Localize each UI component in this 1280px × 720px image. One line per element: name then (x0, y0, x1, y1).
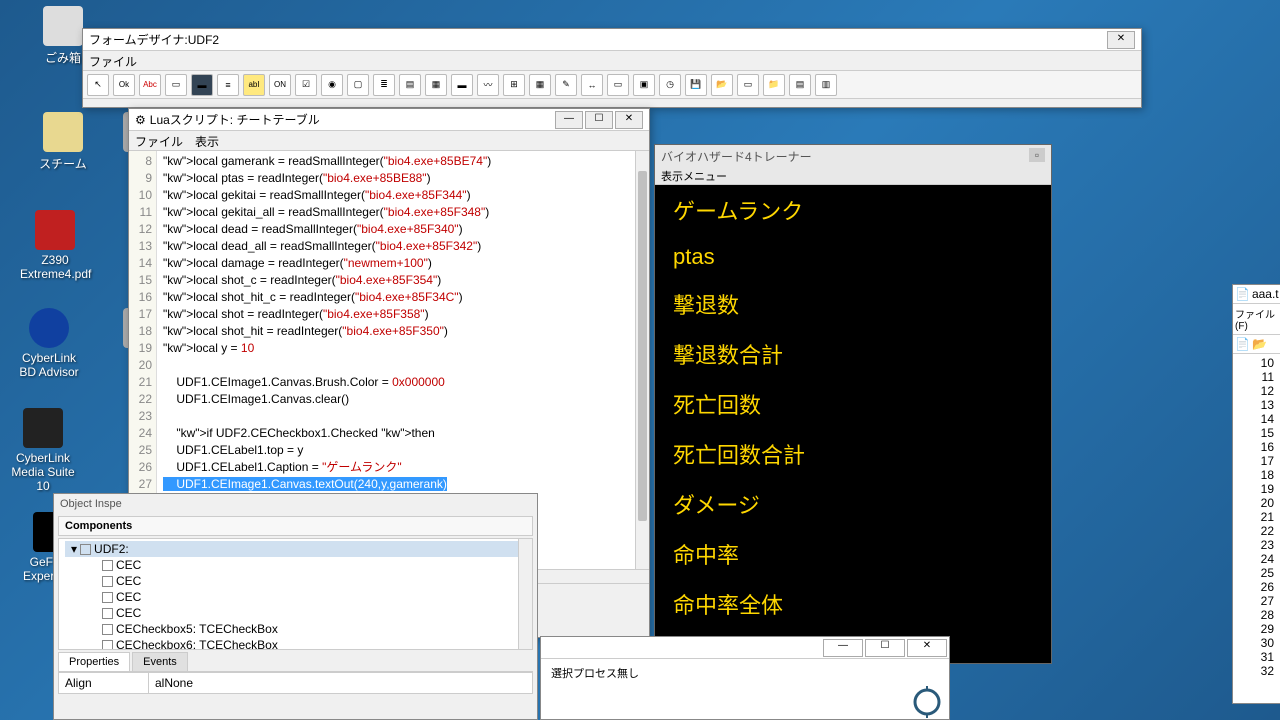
process-window: — ☐ ✕ 選択プロセス無し (540, 636, 950, 720)
tool-on[interactable]: ON (269, 74, 291, 96)
menu-file[interactable]: ファイル (89, 53, 137, 68)
tree-node[interactable]: CECheckbox5: TCECheckBox (65, 621, 526, 637)
side-editor-menu[interactable]: ファイル(F) (1233, 304, 1280, 335)
trainer-title: バイオハザード4トレーナー (661, 148, 812, 162)
scrollbar-thumb[interactable] (638, 171, 647, 521)
tool-popup[interactable]: ▥ (815, 74, 837, 96)
minimize-button[interactable]: — (823, 639, 863, 657)
trainer-item: ゲームランク (655, 185, 1051, 235)
desktop-icon-cyberlink-bd[interactable]: CyberLink BD Advisor (14, 308, 84, 379)
oi-tabs: Properties Events (58, 652, 533, 672)
close-button[interactable]: ✕ (1107, 31, 1135, 49)
tree-node[interactable]: CEC (65, 573, 526, 589)
tool-progress[interactable]: ▬ (451, 74, 473, 96)
prop-name: Align (59, 673, 149, 693)
trainer-window: バイオハザード4トレーナー ▫ 表示メニュー ゲームランクptas撃退数撃退数合… (654, 144, 1052, 664)
tool-list[interactable]: ≡ (217, 74, 239, 96)
trainer-close[interactable]: ▫ (1029, 148, 1045, 162)
tool-radio[interactable]: ◉ (321, 74, 343, 96)
cheat-engine-logo-icon (911, 686, 943, 718)
tool-paint[interactable]: ✎ (555, 74, 577, 96)
tool-page[interactable]: ▣ (633, 74, 655, 96)
trainer-item: 撃退数 (655, 279, 1051, 329)
side-editor-window: 📄aaa.t ファイル(F) 📄📂 1011121314151617181920… (1232, 284, 1280, 704)
prop-value: alNone (149, 673, 532, 693)
form-designer-titlebar[interactable]: フォームデザイナ:UDF2 ✕ (83, 29, 1141, 51)
form-designer-window: フォームデザイナ:UDF2 ✕ ファイル ↖ Ok Abc ▭ ▬ ≡ abI … (82, 28, 1142, 108)
tool-dialog[interactable]: ▭ (737, 74, 759, 96)
side-editor-title[interactable]: 📄aaa.t (1233, 285, 1280, 304)
desktop-icon-cyberlink-media[interactable]: CyberLink Media Suite 10 (8, 408, 78, 493)
tree-node[interactable]: CEC (65, 589, 526, 605)
tool-group[interactable]: ▢ (347, 74, 369, 96)
tree-node[interactable]: CECheckbox6: TCECheckBox (65, 637, 526, 650)
tree-node[interactable]: CEC (65, 605, 526, 621)
tool-folder[interactable]: 📁 (763, 74, 785, 96)
new-icon[interactable]: 📄 (1235, 337, 1250, 351)
tool-splitter[interactable]: ↔ (581, 74, 603, 96)
trainer-menu[interactable]: 表示メニュー (655, 165, 1051, 185)
tool-timer[interactable]: ◷ (659, 74, 681, 96)
trainer-item: 死亡回数 (655, 379, 1051, 429)
component-tree[interactable]: ▾UDF2:CECCECCECCECCECheckbox5: TCECheckB… (58, 538, 533, 650)
tree-scrollbar[interactable] (518, 539, 532, 649)
lua-titlebar[interactable]: ⚙ Luaスクリプト: チートテーブル — ☐ ✕ (129, 109, 649, 131)
tool-combo[interactable]: ▤ (399, 74, 421, 96)
tool-open[interactable]: 📂 (711, 74, 733, 96)
tool-ok[interactable]: Ok (113, 74, 135, 96)
menu-view[interactable]: 表示 (195, 133, 219, 148)
tool-image[interactable]: ▬ (191, 74, 213, 96)
object-inspector-window: Object Inspe Components ▾UDF2:CECCECCECC… (53, 493, 538, 720)
tool-pointer[interactable]: ↖ (87, 74, 109, 96)
tool-panel[interactable]: ▭ (165, 74, 187, 96)
oi-title: Object Inspe (54, 494, 537, 514)
form-designer-title: フォームデザイナ:UDF2 (89, 31, 219, 48)
process-status: 選択プロセス無し (541, 659, 949, 687)
tool-memo[interactable]: ≣ (373, 74, 395, 96)
side-editor-toolbar: 📄📂 (1233, 335, 1280, 354)
tool-save[interactable]: 💾 (685, 74, 707, 96)
oi-components-header: Components (58, 516, 533, 536)
trainer-item: 死亡回数合計 (655, 429, 1051, 479)
trainer-item: ptas (655, 235, 1051, 279)
tab-properties[interactable]: Properties (58, 652, 130, 671)
desktop-icon-pdf[interactable]: Z390 Extreme4.pdf (20, 210, 90, 281)
trainer-item: 命中率全体 (655, 579, 1051, 629)
process-titlebar[interactable]: — ☐ ✕ (541, 637, 949, 659)
maximize-button[interactable]: ☐ (865, 639, 905, 657)
lua-menubar: ファイル 表示 (129, 131, 649, 151)
vertical-scrollbar[interactable] (635, 151, 649, 569)
trainer-item: 命中率 (655, 529, 1051, 579)
tool-abc[interactable]: Abc (139, 74, 161, 96)
tree-node[interactable]: CEC (65, 557, 526, 573)
maximize-button[interactable]: ☐ (585, 111, 613, 129)
tool-listview[interactable]: ⊞ (503, 74, 525, 96)
form-designer-menubar: ファイル (83, 51, 1141, 71)
close-button[interactable]: ✕ (615, 111, 643, 129)
minimize-button[interactable]: — (555, 111, 583, 129)
tool-check[interactable]: ☑ (295, 74, 317, 96)
open-icon[interactable]: 📂 (1252, 337, 1267, 351)
desktop-icon-steam[interactable]: スチーム (28, 112, 98, 172)
tool-listbox[interactable]: ▦ (425, 74, 447, 96)
close-button[interactable]: ✕ (907, 639, 947, 657)
lua-icon: ⚙ (135, 113, 146, 127)
tool-menu[interactable]: ▤ (789, 74, 811, 96)
tool-edit[interactable]: abI (243, 74, 265, 96)
property-row[interactable]: Align alNone (58, 672, 533, 694)
lua-title: Luaスクリプト: チートテーブル (150, 111, 320, 128)
tab-events[interactable]: Events (132, 652, 188, 671)
tool-tab[interactable]: ▭ (607, 74, 629, 96)
menu-file[interactable]: ファイル (135, 133, 183, 148)
tree-node[interactable]: ▾UDF2: (65, 541, 526, 557)
trainer-item: 撃退数合計 (655, 329, 1051, 379)
trainer-item: ダメージ (655, 479, 1051, 529)
trainer-items: ゲームランクptas撃退数撃退数合計死亡回数死亡回数合計ダメージ命中率命中率全体 (655, 185, 1051, 629)
trainer-titlebar[interactable]: バイオハザード4トレーナー ▫ (655, 145, 1051, 165)
tool-track[interactable]: 〰 (477, 74, 499, 96)
tool-grid[interactable]: ▦ (529, 74, 551, 96)
form-designer-toolbar: ↖ Ok Abc ▭ ▬ ≡ abI ON ☑ ◉ ▢ ≣ ▤ ▦ ▬ 〰 ⊞ … (83, 71, 1141, 99)
side-line-numbers: 1011121314151617181920212223242526272829… (1233, 354, 1280, 680)
